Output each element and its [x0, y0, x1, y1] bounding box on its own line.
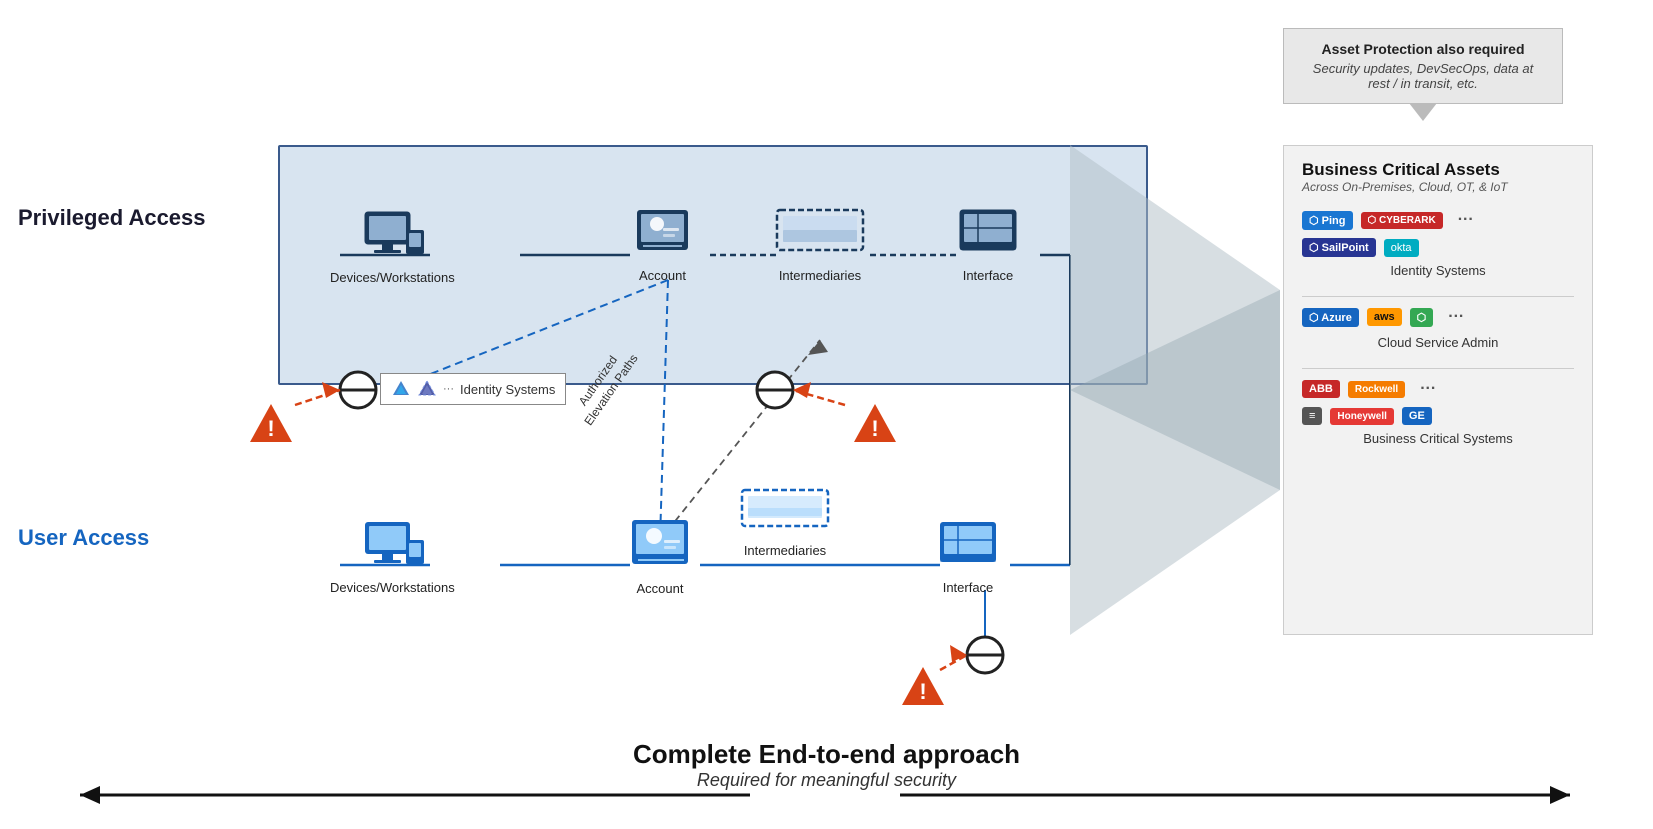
- interface-icon-user: [938, 520, 998, 575]
- privileged-devices-label: Devices/Workstations: [330, 270, 455, 285]
- cyberark-logo: ⬡ CYBERARK: [1361, 212, 1443, 229]
- privileged-intermediaries-label: Intermediaries: [779, 268, 861, 283]
- user-intermediaries-label: Intermediaries: [744, 543, 826, 558]
- ping-icon-small: [391, 380, 411, 398]
- account-icon-user: [630, 518, 690, 576]
- identity-section-label: Identity Systems: [1302, 263, 1574, 278]
- warning-left: !: [248, 402, 294, 449]
- bottom-label: Complete End-to-end approach Required fo…: [633, 739, 1020, 791]
- bca-subtitle: Across On-Premises, Cloud, OT, & IoT: [1302, 180, 1574, 194]
- warning-triangle-bottom: !: [900, 665, 946, 707]
- systems-logo-row2: ≡ Honeywell GE: [1302, 407, 1574, 425]
- end-to-end-label: Complete End-to-end approach: [633, 739, 1020, 770]
- privileged-devices-workstations: Devices/Workstations: [330, 210, 455, 285]
- bca-systems-section: ABB Rockwell ··· ≡ Honeywell GE Business…: [1302, 377, 1574, 446]
- okta-logo: okta: [1384, 239, 1419, 257]
- rockwell-logo: Rockwell: [1348, 381, 1405, 398]
- divider1: [1302, 296, 1574, 297]
- cloud-section-label: Cloud Service Admin: [1302, 335, 1574, 350]
- privileged-interface-label: Interface: [963, 268, 1014, 283]
- interface-icon-privileged: [958, 208, 1018, 263]
- systems-dots: ···: [1413, 377, 1443, 401]
- identity-logo-row2: ⬡ SailPoint okta: [1302, 238, 1574, 257]
- aws-logo: aws: [1367, 308, 1402, 326]
- device-icon: [360, 210, 425, 265]
- sailpoint-icon-small: [417, 380, 437, 398]
- required-label: Required for meaningful security: [633, 770, 1020, 791]
- ping-logo: ⬡ Ping: [1302, 211, 1353, 230]
- ge-logo: GE: [1402, 407, 1432, 425]
- warning-triangle-middle: !: [852, 402, 898, 444]
- privileged-account-label: Account: [639, 268, 686, 283]
- user-account-label: Account: [637, 581, 684, 596]
- svg-text:!: !: [267, 416, 274, 441]
- systems-logo-row1: ABB Rockwell ···: [1302, 377, 1574, 401]
- sailpoint-logo: ⬡ SailPoint: [1302, 238, 1376, 257]
- gcp-logo: ⬡: [1410, 308, 1434, 327]
- intermediaries-icon-privileged: [775, 208, 865, 263]
- identity-dots: ···: [1451, 208, 1481, 232]
- user-interface-label: Interface: [943, 580, 994, 595]
- bca-identity-section: ⬡ Ping ⬡ CYBERARK ··· ⬡ SailPoint okta I…: [1302, 208, 1574, 278]
- warning-triangle-left: !: [248, 402, 294, 444]
- user-devices-label: Devices/Workstations: [330, 580, 455, 595]
- honeywell-logo: Honeywell: [1330, 408, 1393, 425]
- identity-systems-tooltip-label: Identity Systems: [460, 382, 555, 397]
- divider2: [1302, 368, 1574, 369]
- diagram-container: Asset Protection also required Security …: [0, 0, 1653, 829]
- cloud-logo-row: ⬡ Azure aws ⬡ ···: [1302, 305, 1574, 329]
- user-interface: Interface: [938, 520, 998, 595]
- privileged-account: Account: [635, 208, 690, 283]
- privileged-intermediaries: Intermediaries: [775, 208, 865, 283]
- warning-bottom: !: [900, 665, 946, 712]
- svg-text:!: !: [871, 416, 878, 441]
- siemens-logo: ≡: [1302, 407, 1322, 425]
- cloud-dots: ···: [1441, 305, 1471, 329]
- user-device-icon: [360, 520, 425, 575]
- identity-systems-tooltip: ··· Identity Systems: [380, 373, 566, 405]
- user-devices-workstations: Devices/Workstations: [330, 520, 455, 595]
- identity-logo-row: ⬡ Ping ⬡ CYBERARK ···: [1302, 208, 1574, 232]
- bca-cloud-section: ⬡ Azure aws ⬡ ··· Cloud Service Admin: [1302, 305, 1574, 350]
- privileged-interface: Interface: [958, 208, 1018, 283]
- user-intermediaries: Intermediaries: [740, 488, 830, 558]
- bca-title: Business Critical Assets: [1302, 160, 1574, 180]
- warning-middle: !: [852, 402, 898, 449]
- bca-panel: Business Critical Assets Across On-Premi…: [1283, 145, 1593, 635]
- intermediaries-icon-user: [740, 488, 830, 538]
- systems-section-label: Business Critical Systems: [1302, 431, 1574, 446]
- account-icon-privileged: [635, 208, 690, 263]
- user-account: Account: [630, 518, 690, 596]
- azure-logo: ⬡ Azure: [1302, 308, 1359, 327]
- abb-logo: ABB: [1302, 380, 1340, 398]
- svg-text:!: !: [919, 679, 926, 704]
